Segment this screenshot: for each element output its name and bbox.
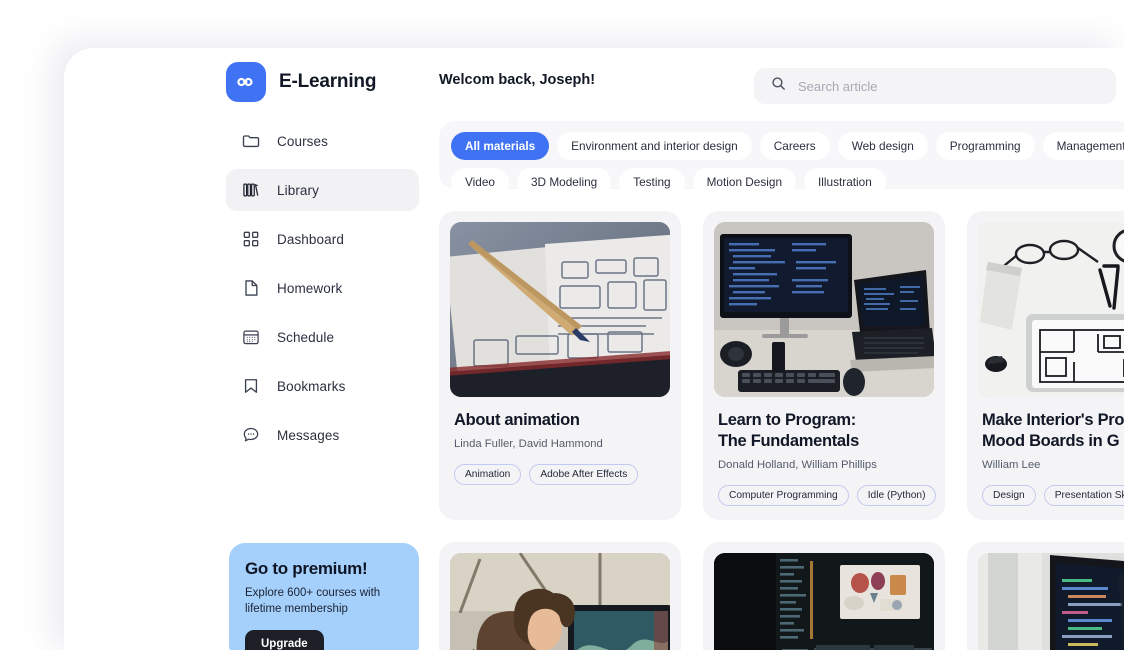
architect-desk-photo [978, 222, 1124, 397]
sidebar-item-dashboard[interactable]: Dashboard [226, 218, 419, 260]
filter-chip-bar: All materials Environment and interior d… [439, 121, 1124, 189]
sidebar-item-label: Schedule [277, 329, 335, 345]
filter-chip-programming[interactable]: Programming [935, 132, 1035, 160]
screen: E-Learning Courses Library Dashboard Hom… [0, 0, 1124, 650]
greeting-text: Welcom back, Joseph! [439, 72, 596, 88]
sidebar-item-label: Dashboard [277, 231, 344, 247]
course-card[interactable] [703, 541, 945, 650]
app-window: E-Learning Courses Library Dashboard Hom… [64, 48, 1124, 650]
filter-chip-careers[interactable]: Careers [759, 132, 830, 160]
course-card[interactable]: Make Interior's Pro Mood Boards in G Wil… [967, 211, 1124, 520]
chat-dots-icon [240, 424, 262, 446]
course-title: Learn to Program: The Fundamentals [718, 411, 859, 450]
sidebar-item-courses[interactable]: Courses [226, 120, 419, 162]
premium-promo-card: Go to premium! Explore 600+ courses with… [229, 543, 419, 650]
search-input[interactable] [798, 78, 1100, 94]
filter-chip-testing[interactable]: Testing [619, 168, 685, 189]
sidebar-item-label: Library [277, 182, 319, 198]
filter-chip-management[interactable]: Management [1042, 132, 1124, 160]
sidebar-item-label: Bookmarks [277, 378, 346, 394]
course-title: About animation [454, 411, 580, 429]
course-authors: Donald Holland, William Phillips [718, 458, 877, 471]
course-tag[interactable]: Presentation Skills [1043, 484, 1124, 506]
course-card[interactable] [967, 541, 1124, 650]
filter-chip-3d-modeling[interactable]: 3D Modeling [516, 168, 612, 189]
main-content: Welcom back, Joseph! All materials Envir… [439, 48, 1124, 650]
sidebar-item-schedule[interactable]: Schedule [226, 316, 419, 358]
course-tag[interactable]: Design [982, 484, 1036, 506]
brand[interactable]: E-Learning [226, 62, 376, 102]
sidebar-item-label: Courses [277, 133, 328, 149]
video-editing-timeline-photo [714, 552, 934, 650]
woman-at-monitor-photo [450, 552, 670, 650]
course-tags: Design Presentation Skills [982, 484, 1124, 506]
course-card-grid: About animation Linda Fuller, David Hamm… [439, 211, 1124, 650]
sidebar-item-library[interactable]: Library [226, 169, 419, 211]
course-card-row: About animation Linda Fuller, David Hamm… [439, 211, 1124, 520]
bookmark-icon [240, 375, 262, 397]
laptop-code-photo [978, 552, 1124, 650]
sidebar-item-homework[interactable]: Homework [226, 267, 419, 309]
search-bar[interactable] [754, 68, 1116, 104]
course-authors: William Lee [982, 458, 1041, 471]
course-title: Make Interior's Pro Mood Boards in G [982, 411, 1124, 450]
notebook-sketch-photo [450, 222, 670, 397]
sidebar-item-label: Messages [277, 427, 340, 443]
sidebar: E-Learning Courses Library Dashboard Hom… [64, 48, 439, 650]
filter-chip-all-materials[interactable]: All materials [451, 132, 550, 160]
calendar-icon [240, 326, 262, 348]
course-authors: Linda Fuller, David Hammond [454, 437, 603, 450]
filter-chip-motion-design[interactable]: Motion Design [692, 168, 797, 189]
grid-icon [240, 228, 262, 250]
course-tag[interactable]: Idle (Python) [856, 484, 937, 506]
upgrade-button[interactable]: Upgrade [245, 629, 324, 650]
filter-chip-environment-and-interior-design[interactable]: Environment and interior design [557, 132, 752, 160]
search-icon [770, 75, 787, 97]
promo-title: Go to premium! [245, 559, 368, 578]
filter-chip-illustration[interactable]: Illustration [804, 168, 886, 189]
course-tag[interactable]: Computer Programming [718, 484, 849, 506]
course-card[interactable] [439, 541, 681, 650]
brand-name: E-Learning [279, 71, 377, 92]
course-card[interactable]: About animation Linda Fuller, David Hamm… [439, 211, 681, 520]
sidebar-nav: Courses Library Dashboard Homework Sched… [226, 120, 419, 463]
course-tag[interactable]: Animation [454, 463, 522, 485]
filter-chip-video[interactable]: Video [451, 168, 509, 189]
sidebar-item-bookmarks[interactable]: Bookmarks [226, 365, 419, 407]
course-card[interactable]: Learn to Program: The Fundamentals Donal… [703, 211, 945, 520]
course-card-row [439, 541, 1124, 650]
infinity-icon [226, 62, 266, 102]
course-tag[interactable]: Adobe After Effects [529, 463, 639, 485]
books-icon [240, 179, 262, 201]
promo-subtitle: Explore 600+ courses with lifetime membe… [245, 587, 381, 616]
course-tags: Animation Adobe After Effects [454, 463, 670, 485]
sidebar-item-messages[interactable]: Messages [226, 414, 419, 456]
folder-icon [240, 130, 262, 152]
document-icon [240, 277, 262, 299]
course-tags: Computer Programming Idle (Python) [718, 484, 937, 506]
sidebar-item-label: Homework [277, 280, 343, 296]
coding-workstation-photo [714, 222, 934, 397]
filter-chip-web-design[interactable]: Web design [837, 132, 928, 160]
